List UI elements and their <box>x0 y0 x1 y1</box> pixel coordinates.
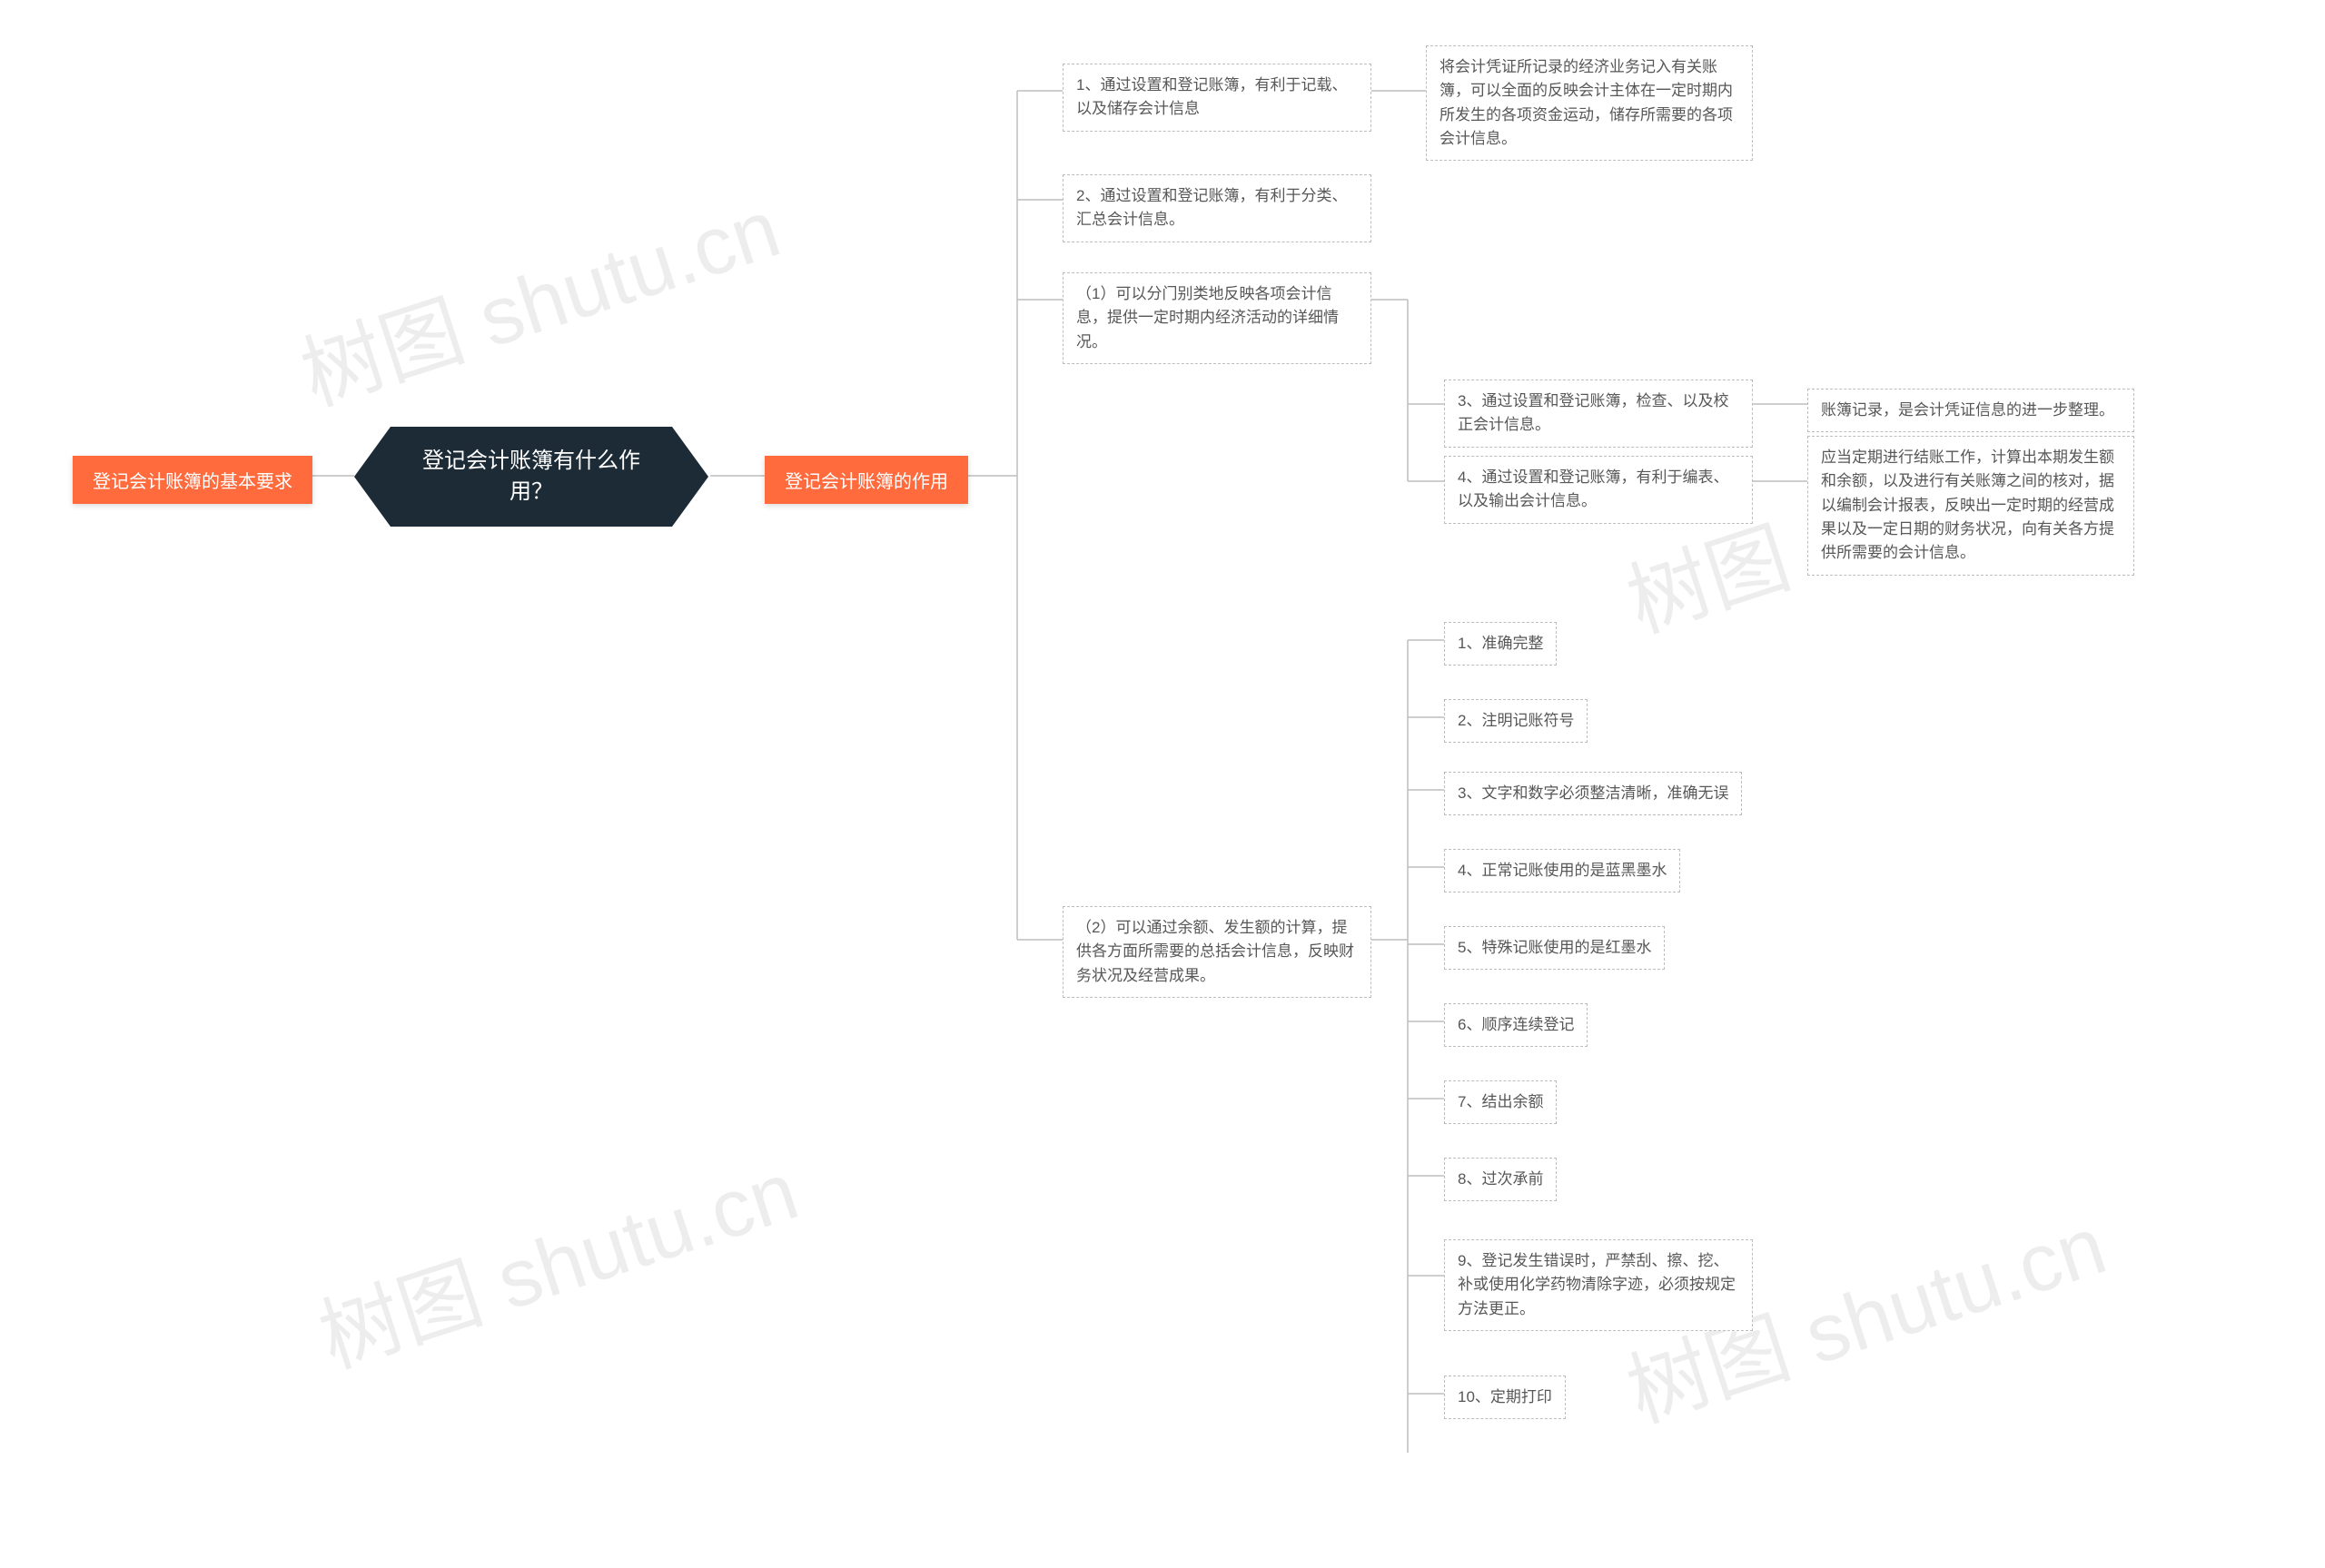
node-a1-detail-text: 将会计凭证所记录的经济业务记入有关账簿，可以全面的反映会计主体在一定时期内所发生… <box>1440 58 1733 147</box>
root-hex-left-cap <box>354 427 391 527</box>
node-b2-text: 2、注明记账符号 <box>1458 712 1574 729</box>
node-b6[interactable]: 6、顺序连续登记 <box>1444 1003 1588 1047</box>
node-b4[interactable]: 4、正常记账使用的是蓝黑墨水 <box>1444 849 1680 892</box>
node-a1-text: 1、通过设置和登记账簿，有利于记载、以及储存会计信息 <box>1076 76 1347 117</box>
branch-left-label: 登记会计账簿的基本要求 <box>93 472 292 492</box>
node-b8-text: 8、过次承前 <box>1458 1170 1543 1188</box>
node-b-head[interactable]: （2）可以通过余额、发生额的计算，提供各方面所需要的总括会计信息，反映财务状况及… <box>1063 906 1371 998</box>
node-a1[interactable]: 1、通过设置和登记账簿，有利于记载、以及储存会计信息 <box>1063 64 1371 132</box>
node-a4-detail[interactable]: 账簿记录，是会计凭证信息的进一步整理。 <box>1807 389 2134 432</box>
node-a4[interactable]: 3、通过设置和登记账簿，检查、以及校正会计信息。 <box>1444 380 1753 448</box>
node-b-head-text: （2）可以通过余额、发生额的计算，提供各方面所需要的总括会计信息，反映财务状况及… <box>1076 919 1354 984</box>
node-b10[interactable]: 10、定期打印 <box>1444 1376 1566 1419</box>
node-a3-text: （1）可以分门别类地反映各项会计信息，提供一定时期内经济活动的详细情况。 <box>1076 285 1339 350</box>
watermark: 树图 shutu.cn <box>302 1125 810 1390</box>
node-a4-text: 3、通过设置和登记账簿，检查、以及校正会计信息。 <box>1458 392 1728 433</box>
node-b3[interactable]: 3、文字和数字必须整洁清晰，准确无误 <box>1444 772 1742 815</box>
node-a1-detail[interactable]: 将会计凭证所记录的经济业务记入有关账簿，可以全面的反映会计主体在一定时期内所发生… <box>1426 45 1753 161</box>
node-a2-text: 2、通过设置和登记账簿，有利于分类、汇总会计信息。 <box>1076 187 1347 228</box>
branch-right-functions[interactable]: 登记会计账簿的作用 <box>765 456 968 504</box>
node-a2[interactable]: 2、通过设置和登记账簿，有利于分类、汇总会计信息。 <box>1063 174 1371 242</box>
node-b3-text: 3、文字和数字必须整洁清晰，准确无误 <box>1458 784 1728 802</box>
root-node[interactable]: 登记会计账簿有什么作用？ <box>391 427 672 527</box>
node-b5[interactable]: 5、特殊记账使用的是红墨水 <box>1444 926 1665 970</box>
branch-right-label: 登记会计账簿的作用 <box>785 472 948 492</box>
node-b4-text: 4、正常记账使用的是蓝黑墨水 <box>1458 862 1667 879</box>
root-hex-right-cap <box>672 427 708 527</box>
root-title: 登记会计账簿有什么作用？ <box>412 446 650 507</box>
node-a5-detail[interactable]: 应当定期进行结账工作，计算出本期发生额和余额，以及进行有关账簿之间的核对，据以编… <box>1807 436 2134 576</box>
node-b7[interactable]: 7、结出余额 <box>1444 1080 1557 1124</box>
node-a4-detail-text: 账簿记录，是会计凭证信息的进一步整理。 <box>1821 401 2114 419</box>
node-a5[interactable]: 4、通过设置和登记账簿，有利于编表、以及输出会计信息。 <box>1444 456 1753 524</box>
node-b7-text: 7、结出余额 <box>1458 1093 1543 1110</box>
node-a5-text: 4、通过设置和登记账簿，有利于编表、以及输出会计信息。 <box>1458 468 1728 509</box>
node-a3[interactable]: （1）可以分门别类地反映各项会计信息，提供一定时期内经济活动的详细情况。 <box>1063 272 1371 364</box>
node-b8[interactable]: 8、过次承前 <box>1444 1158 1557 1201</box>
node-a5-detail-text: 应当定期进行结账工作，计算出本期发生额和余额，以及进行有关账簿之间的核对，据以编… <box>1821 449 2114 561</box>
watermark: 树图 shutu.cn <box>284 163 792 428</box>
mindmap-canvas: 树图 shutu.cn 树图 shutu.cn 树图 shutu.cn 树图 s… <box>0 0 2325 1568</box>
node-b5-text: 5、特殊记账使用的是红墨水 <box>1458 939 1651 956</box>
node-b2[interactable]: 2、注明记账符号 <box>1444 699 1588 743</box>
node-b9[interactable]: 9、登记发生错误时，严禁刮、擦、挖、补或使用化学药物清除字迹，必须按规定方法更正… <box>1444 1239 1753 1331</box>
node-b1-text: 1、准确完整 <box>1458 635 1543 652</box>
node-b6-text: 6、顺序连续登记 <box>1458 1016 1574 1033</box>
node-b9-text: 9、登记发生错误时，严禁刮、擦、挖、补或使用化学药物清除字迹，必须按规定方法更正… <box>1458 1252 1736 1317</box>
node-b10-text: 10、定期打印 <box>1458 1388 1552 1405</box>
node-b1[interactable]: 1、准确完整 <box>1444 622 1557 666</box>
branch-left-basic-requirements[interactable]: 登记会计账簿的基本要求 <box>73 456 312 504</box>
